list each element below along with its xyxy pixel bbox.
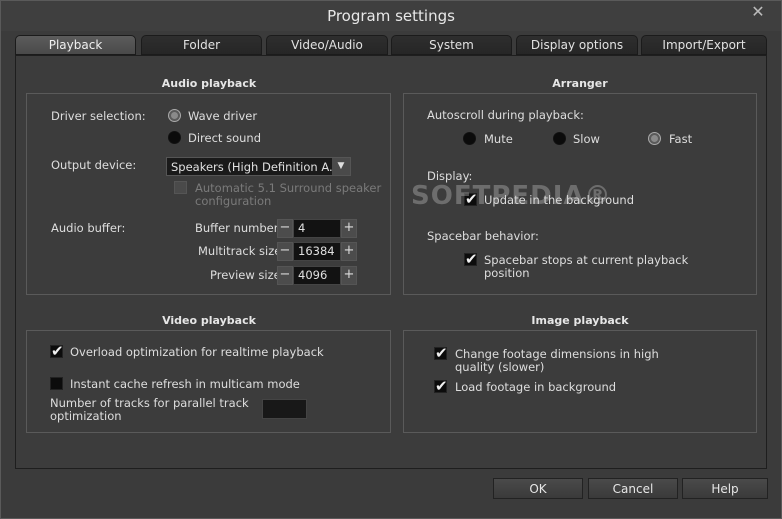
spacebar-stops-label-2: position bbox=[484, 266, 530, 280]
program-settings-window: Program settings ✕ Playback Folder Video… bbox=[0, 0, 782, 519]
surround-label-1: Automatic 5.1 Surround speaker bbox=[195, 181, 382, 195]
audio-playback-title: Audio playback bbox=[161, 77, 257, 90]
multitrack-size-stepper: − 16384 + bbox=[277, 242, 357, 261]
surround-label-2: configuration bbox=[195, 194, 272, 208]
driver-selection-label: Driver selection: bbox=[51, 109, 146, 123]
multitrack-plus-button[interactable]: + bbox=[341, 242, 357, 261]
help-button[interactable]: Help bbox=[682, 478, 768, 499]
cancel-button[interactable]: Cancel bbox=[588, 478, 678, 499]
spacebar-stops-checkbox[interactable] bbox=[464, 250, 478, 268]
preview-size-label: Preview size: bbox=[210, 268, 285, 282]
arranger-title: Arranger bbox=[552, 77, 608, 90]
ok-button[interactable]: OK bbox=[493, 478, 583, 499]
chevron-down-icon: ▼ bbox=[332, 158, 350, 175]
direct-sound-radio[interactable] bbox=[168, 131, 181, 144]
wave-driver-label: Wave driver bbox=[188, 109, 258, 123]
tab-video-audio[interactable]: Video/Audio bbox=[266, 35, 388, 55]
overload-optimization-label: Overload optimization for realtime playb… bbox=[70, 345, 324, 359]
buffer-number-stepper: − 4 + bbox=[277, 219, 357, 238]
image-playback-title: Image playback bbox=[531, 314, 629, 327]
tab-playback[interactable]: Playback bbox=[15, 35, 136, 55]
window-title: Program settings bbox=[327, 7, 455, 25]
autoscroll-slow-label: Slow bbox=[573, 132, 600, 146]
buffer-number-minus-button[interactable]: − bbox=[277, 219, 293, 238]
instant-cache-label: Instant cache refresh in multicam mode bbox=[70, 377, 300, 391]
autoscroll-slow-radio[interactable] bbox=[553, 132, 566, 145]
parallel-tracks-label-1: Number of tracks for parallel track bbox=[50, 396, 249, 410]
tab-system[interactable]: System bbox=[391, 35, 512, 55]
autoscroll-mute-radio[interactable] bbox=[463, 132, 476, 145]
buffer-number-label: Buffer number: bbox=[195, 221, 283, 235]
spacebar-stops-label-1: Spacebar stops at current playback bbox=[484, 253, 689, 267]
load-footage-label: Load footage in background bbox=[455, 380, 617, 394]
tab-import-export[interactable]: Import/Export bbox=[641, 35, 767, 55]
autoscroll-fast-label: Fast bbox=[669, 132, 693, 146]
change-footage-label-1: Change footage dimensions in high bbox=[455, 347, 659, 361]
wave-driver-radio[interactable] bbox=[168, 109, 181, 122]
load-footage-checkbox[interactable] bbox=[434, 377, 448, 395]
output-device-label: Output device: bbox=[51, 158, 137, 172]
direct-sound-label: Direct sound bbox=[188, 131, 261, 145]
parallel-tracks-input[interactable] bbox=[262, 399, 307, 419]
close-icon[interactable]: ✕ bbox=[743, 1, 773, 23]
multitrack-size-input[interactable]: 16384 bbox=[293, 242, 341, 261]
autoscroll-label: Autoscroll during playback: bbox=[427, 108, 584, 122]
preview-size-input[interactable]: 4096 bbox=[293, 266, 341, 285]
buffer-number-plus-button[interactable]: + bbox=[341, 219, 357, 238]
change-footage-label-2: quality (slower) bbox=[455, 360, 545, 374]
tab-display-options[interactable]: Display options bbox=[516, 35, 638, 55]
audio-buffer-label: Audio buffer: bbox=[51, 221, 126, 235]
title-bar: Program settings ✕ bbox=[1, 1, 781, 31]
change-footage-checkbox[interactable] bbox=[434, 344, 448, 362]
preview-size-stepper: − 4096 + bbox=[277, 266, 357, 285]
autoscroll-mute-label: Mute bbox=[484, 132, 513, 146]
parallel-tracks-label-2: optimization bbox=[50, 409, 122, 423]
output-device-select[interactable]: Speakers (High Definition A... ▼ bbox=[166, 157, 351, 176]
tab-bar: Playback Folder Video/Audio System Displ… bbox=[15, 35, 767, 55]
buffer-number-input[interactable]: 4 bbox=[293, 219, 341, 238]
video-playback-title: Video playback bbox=[162, 314, 256, 327]
preview-minus-button[interactable]: − bbox=[277, 266, 293, 285]
softpedia-watermark: SOFTPEDIA® bbox=[411, 181, 612, 211]
instant-cache-checkbox[interactable] bbox=[50, 377, 63, 390]
overload-optimization-checkbox[interactable] bbox=[50, 342, 64, 360]
multitrack-size-label: Multitrack size: bbox=[198, 244, 286, 258]
output-device-value: Speakers (High Definition A... bbox=[171, 160, 340, 174]
tab-folder[interactable]: Folder bbox=[141, 35, 262, 55]
surround-checkbox[interactable] bbox=[174, 181, 187, 194]
autoscroll-fast-radio[interactable] bbox=[648, 132, 661, 145]
spacebar-behavior-label: Spacebar behavior: bbox=[427, 229, 539, 243]
multitrack-minus-button[interactable]: − bbox=[277, 242, 293, 261]
preview-plus-button[interactable]: + bbox=[341, 266, 357, 285]
